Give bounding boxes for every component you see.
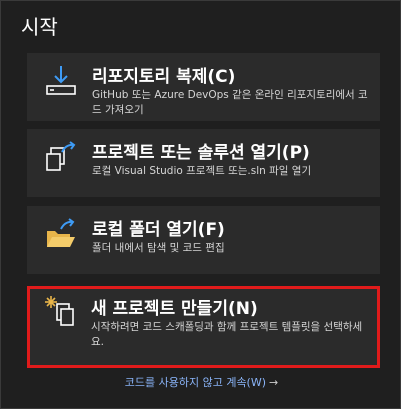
create-new-project-title: 새 프로젝트 만들기(N) xyxy=(91,299,258,319)
open-folder-icon xyxy=(47,218,75,247)
open-local-folder-button[interactable]: 로컬 폴더 열기(F) 폴더 내에서 탐색 및 코드 편집 xyxy=(27,206,380,274)
open-local-folder-title: 로컬 폴더 열기(F) xyxy=(92,220,225,240)
get-started-panel: 시작 리포지토리 복제(C) GitHub 또는 Azure DevOps 같은… xyxy=(0,0,401,409)
continue-without-code-label: 코드를 사용하지 않고 계속(W) xyxy=(124,376,267,389)
new-project-icon xyxy=(45,296,74,326)
page-title: 시작 xyxy=(21,15,58,39)
clone-repository-title: 리포지토리 복제(C) xyxy=(92,67,236,87)
open-local-folder-description: 폴더 내에서 탐색 및 코드 편집 xyxy=(92,242,225,254)
create-new-project-description: 시작하려면 코드 스캐폴딩과 함께 프로젝트 템플릿을 선택하세요. xyxy=(91,321,363,348)
open-project-icon xyxy=(46,141,76,171)
open-project-title: 프로젝트 또는 솔루션 열기(P) xyxy=(92,143,310,163)
open-project-button[interactable]: 프로젝트 또는 솔루션 열기(P) 로컬 Visual Studio 프로젝트 … xyxy=(27,129,380,197)
arrow-right-icon: → xyxy=(269,376,279,389)
create-new-project-button[interactable]: 새 프로젝트 만들기(N) 시작하려면 코드 스캐폴딩과 함께 프로젝트 템플릿… xyxy=(27,286,380,368)
clone-repository-button[interactable]: 리포지토리 복제(C) GitHub 또는 Azure DevOps 같은 온라… xyxy=(27,53,380,121)
clone-repository-description: GitHub 또는 Azure DevOps 같은 온라인 리포지토리에서 코드… xyxy=(92,89,368,116)
clone-repository-icon xyxy=(46,66,76,95)
open-project-description: 로컬 Visual Studio 프로젝트 또는.sln 파일 열기 xyxy=(92,165,312,177)
continue-without-code-link[interactable]: 코드를 사용하지 않고 계속(W) → xyxy=(1,374,401,390)
